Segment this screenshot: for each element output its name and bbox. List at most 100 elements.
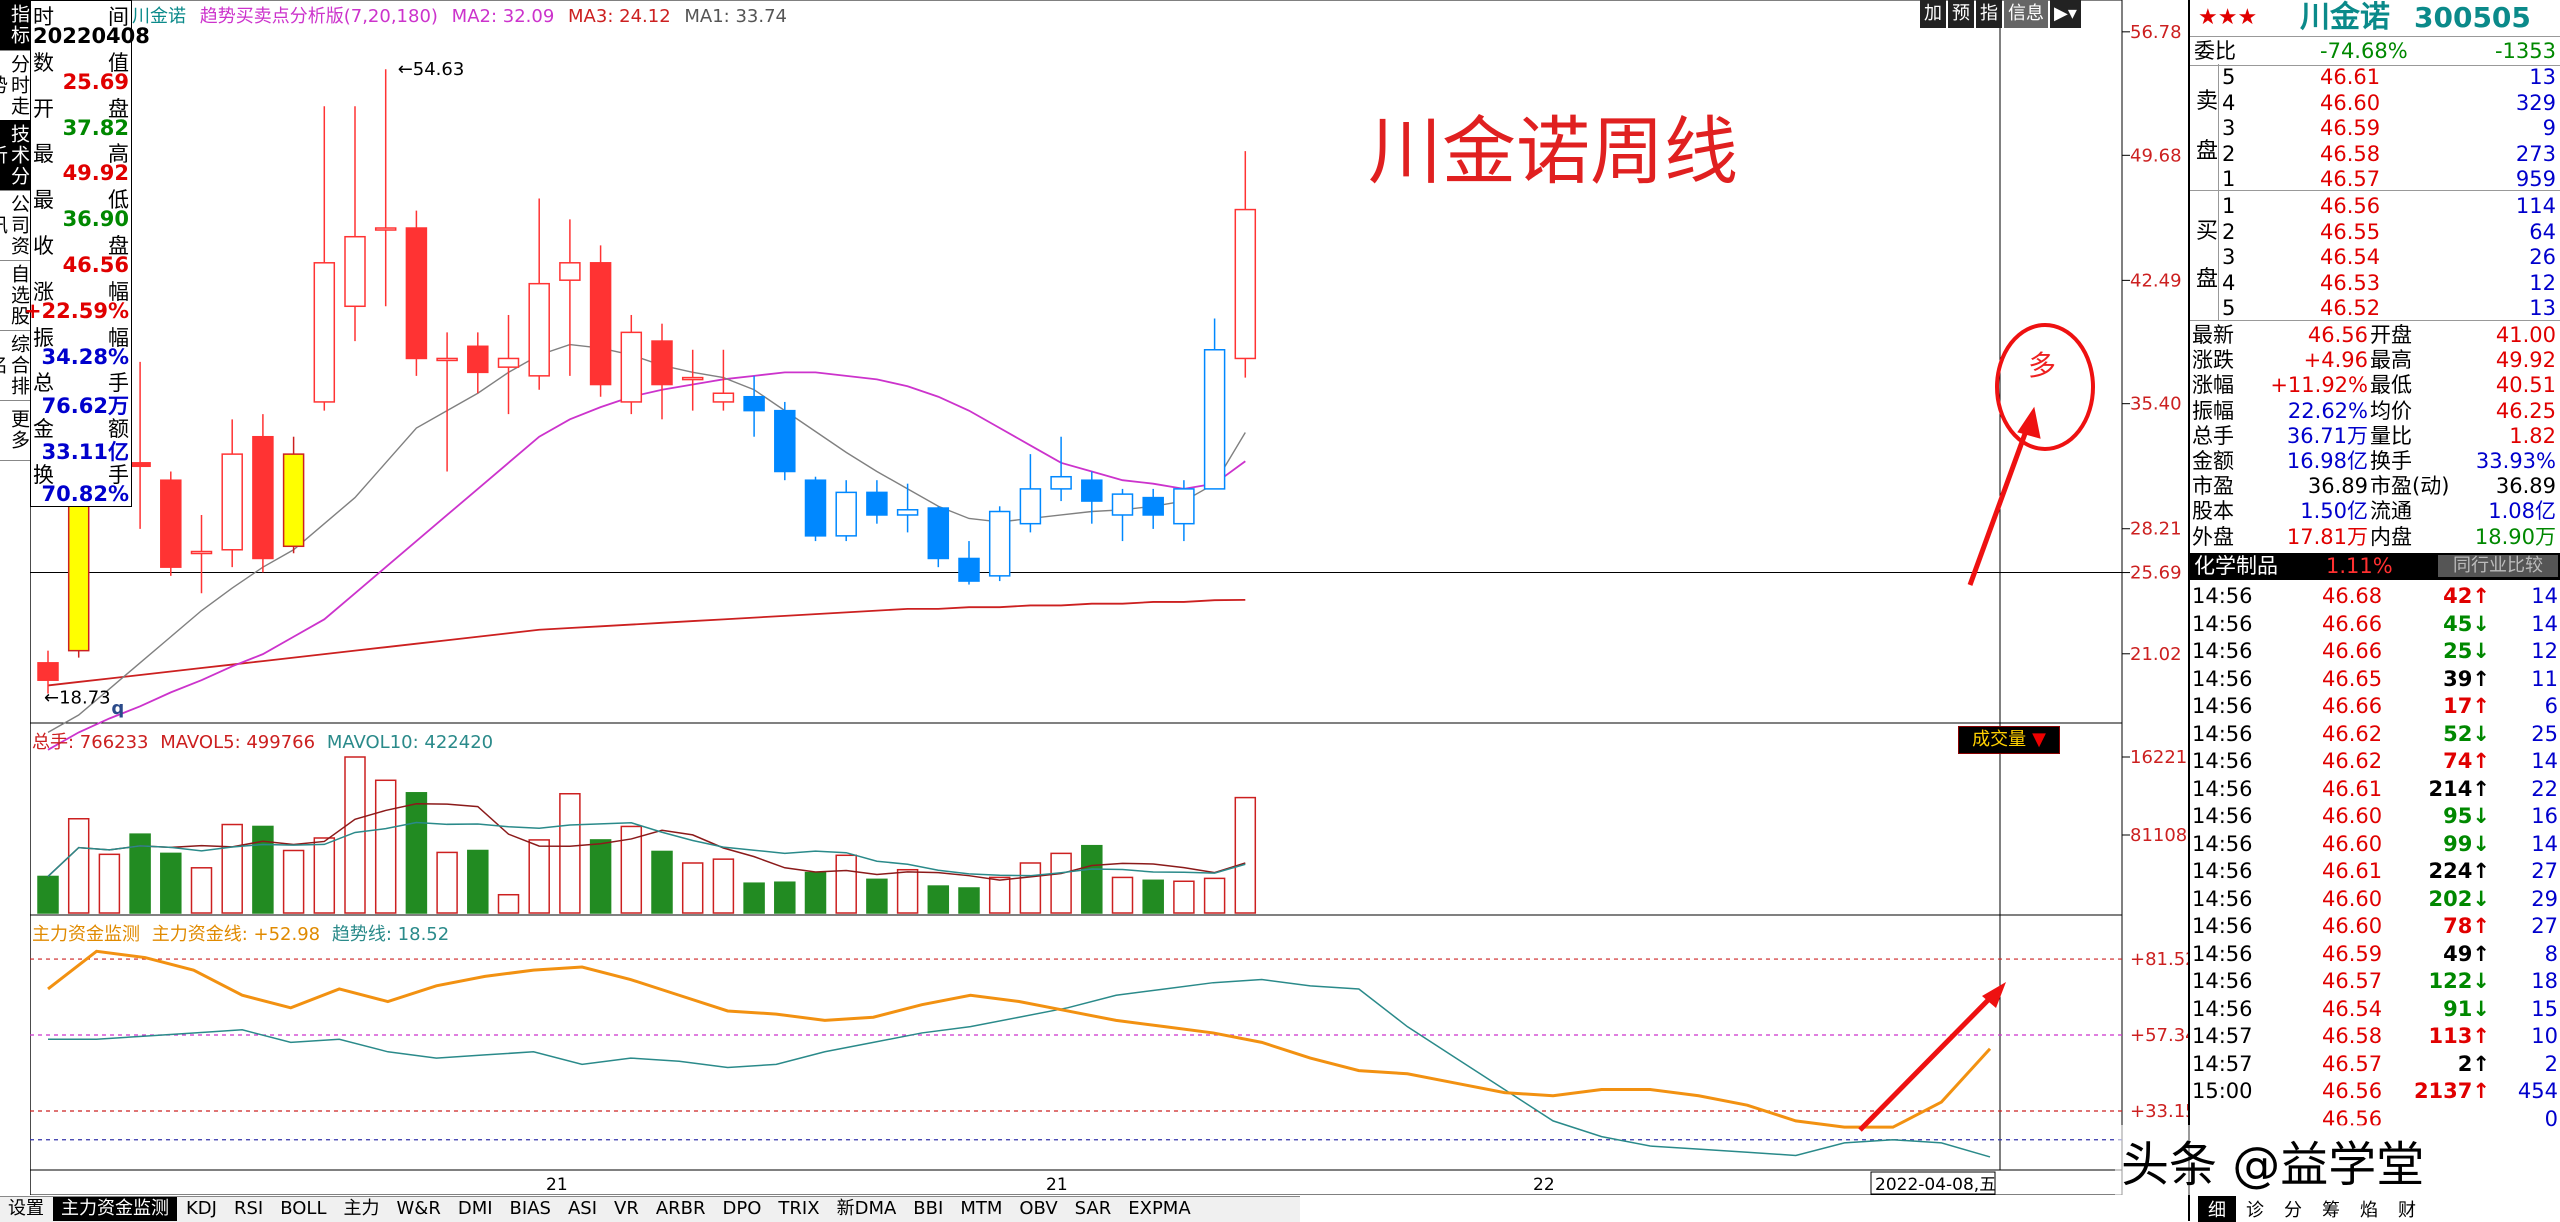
data-window-row: 33.11亿 [31,436,131,464]
indicator-tab[interactable]: TRIX [770,1197,827,1221]
quote-panel: ★★★ 川金诺 300505 委比 -74.68% -1353 5 46.61 13 4 46… [2188,0,2560,1222]
quote-row: 市盈 36.89 市盈(动) 36.89 [2190,473,2560,500]
kline-chart[interactable]: 56.78 49.68 42.49 35.40 28.21 25.69 21.02 ←54.6… [30,0,2188,1195]
chart-indicator-name: 趋势买卖点分析版(7,20,180) [199,6,438,27]
volume-bar [927,885,950,914]
tick-row: 14:56 46.60 78↑ 27 [2190,913,2560,940]
volume-bar [190,867,213,914]
level-num: 1 [2222,167,2236,191]
tick-row: 14:56 46.66 17↑ 6 [2190,693,2560,720]
tick-volume: 49↑ [2443,941,2490,966]
volume-bar [1234,796,1257,914]
quote-value: 36.89 [2307,474,2368,499]
indicator-tab[interactable]: 新DMA [829,1197,905,1221]
candle-body [1111,493,1134,516]
volume-total: 总手: 766233 [32,732,149,753]
quote-value: 1.08亿 [2488,499,2556,524]
quote-value: 17.81万 [2286,524,2368,549]
quote-tab[interactable]: 分 [2274,1196,2312,1222]
quote-label: 开盘 [2370,323,2412,347]
quote-tab[interactable]: 细 [2198,1196,2236,1222]
tick-row: 14:57 46.58 113↑ 10 [2190,1023,2560,1050]
level-num: 5 [2222,296,2236,320]
peer-compare-button[interactable]: 同行业比较 [2438,555,2558,577]
candle-body [589,262,612,386]
tab-more[interactable]: 更多 [0,400,30,461]
candle-body [651,340,673,386]
indicator-tab[interactable]: SAR [1067,1197,1120,1221]
tick-row: 14:56 46.59 49↑ 8 [2190,941,2560,968]
toolbar-alert-button[interactable]: 预 [1948,0,1974,28]
fund-axis-label: +57.34 [2130,1025,2188,1046]
indicator-tab[interactable]: RSI [226,1197,271,1221]
quote-value: 49.92 [2495,348,2556,373]
indicator-tab[interactable]: BBI [905,1197,951,1221]
candle-body [1142,496,1164,516]
indicator-tab[interactable]: EXPMA [1120,1197,1198,1221]
indicator-tab[interactable]: VR [606,1197,647,1221]
volume-bar [1111,876,1134,914]
volume-bar [1081,844,1103,914]
indicator-tab[interactable]: 主力 [336,1197,388,1221]
indicator-tab[interactable]: ARBR [648,1197,714,1221]
indicator-tab[interactable]: BOLL [272,1197,334,1221]
indicator-tab[interactable]: DPO [715,1197,770,1221]
tab-intraday[interactable]: 分时走势 [0,50,30,121]
quote-tab[interactable]: 焰 [2350,1196,2388,1222]
indicator-tab[interactable]: KDJ [178,1197,225,1221]
data-window-value: 49.92 [62,161,129,186]
indicator-tab[interactable]: 主力资金监测 [53,1197,177,1221]
tick-count: 8 [2544,941,2558,966]
indicator-tab[interactable]: 设置 [0,1197,52,1221]
volume-bar [743,882,765,914]
indicator-tab[interactable]: OBV [1011,1197,1065,1221]
toolbar-info-button[interactable]: 信息 [2004,0,2048,28]
quote-label: 最高 [2370,348,2412,373]
tick-volume: 99↓ [2443,831,2490,856]
quote-tab[interactable]: 财 [2388,1196,2426,1222]
tab-indicator[interactable]: 指标 [0,0,30,51]
toolbar-indicator-button[interactable]: 指 [1976,0,2002,28]
tick-count: 454 [2517,1079,2558,1103]
quote-label: 内盘 [2370,524,2412,549]
price-axis-label: 35.40 [2130,394,2182,415]
data-window-value: 34.28% [41,344,129,369]
time-axis-label: 21 [1046,1175,1068,1195]
tab-ranking[interactable]: 综合排名 [0,330,30,401]
indicator-tab[interactable]: BIAS [502,1197,559,1221]
quote-tab[interactable]: 诊 [2236,1196,2274,1222]
quote-value: 46.56 [2307,323,2368,347]
tick-count: 25 [2531,721,2558,746]
quote-value: 1.50亿 [2300,499,2368,524]
indicator-tab[interactable]: MTM [952,1197,1010,1221]
volume-selector-button[interactable]: 成交量 ▼ [1958,726,2060,754]
indicator-tab[interactable]: ASI [560,1197,605,1221]
tick-count: 12 [2531,639,2558,663]
sell-level-row: 1 46.57 959 [2190,166,2560,193]
toolbar-arrow-icon[interactable]: ▶▾ [2050,0,2081,28]
data-window-value: +22.59% [23,298,129,323]
tick-count: 22 [2531,776,2558,801]
tab-company-info[interactable]: 公司资讯 [0,190,30,261]
fund-main-line: 主力资金线: +52.98 [151,924,321,945]
tab-technical[interactable]: 技术分析 [0,120,30,191]
buy-volume: 114 [2515,194,2556,218]
tick-row: 14:56 46.60 202↓ 29 [2190,886,2560,913]
candle-body [559,262,581,281]
data-window-row: 振幅 [31,322,131,350]
tick-count: 27 [2531,914,2558,938]
chevron-down-icon: ▼ [2032,729,2046,750]
volume-bar [528,839,550,914]
indicator-tab[interactable]: W&R [389,1197,449,1221]
q-marker: q [111,698,124,719]
candle-body [681,376,704,381]
tick-count: 18 [2531,969,2558,993]
sell-level-row: 5 46.61 13 [2190,64,2560,91]
buy-level-row: 1 46.56 114 [2190,193,2560,220]
toolbar-add-button[interactable]: 加 [1920,0,1946,28]
quote-tab[interactable]: 筹 [2312,1196,2350,1222]
volume-bar [252,825,274,914]
indicator-tab[interactable]: DMI [450,1197,501,1221]
tick-volume: 17↑ [2443,694,2490,718]
candle-body [190,550,213,555]
